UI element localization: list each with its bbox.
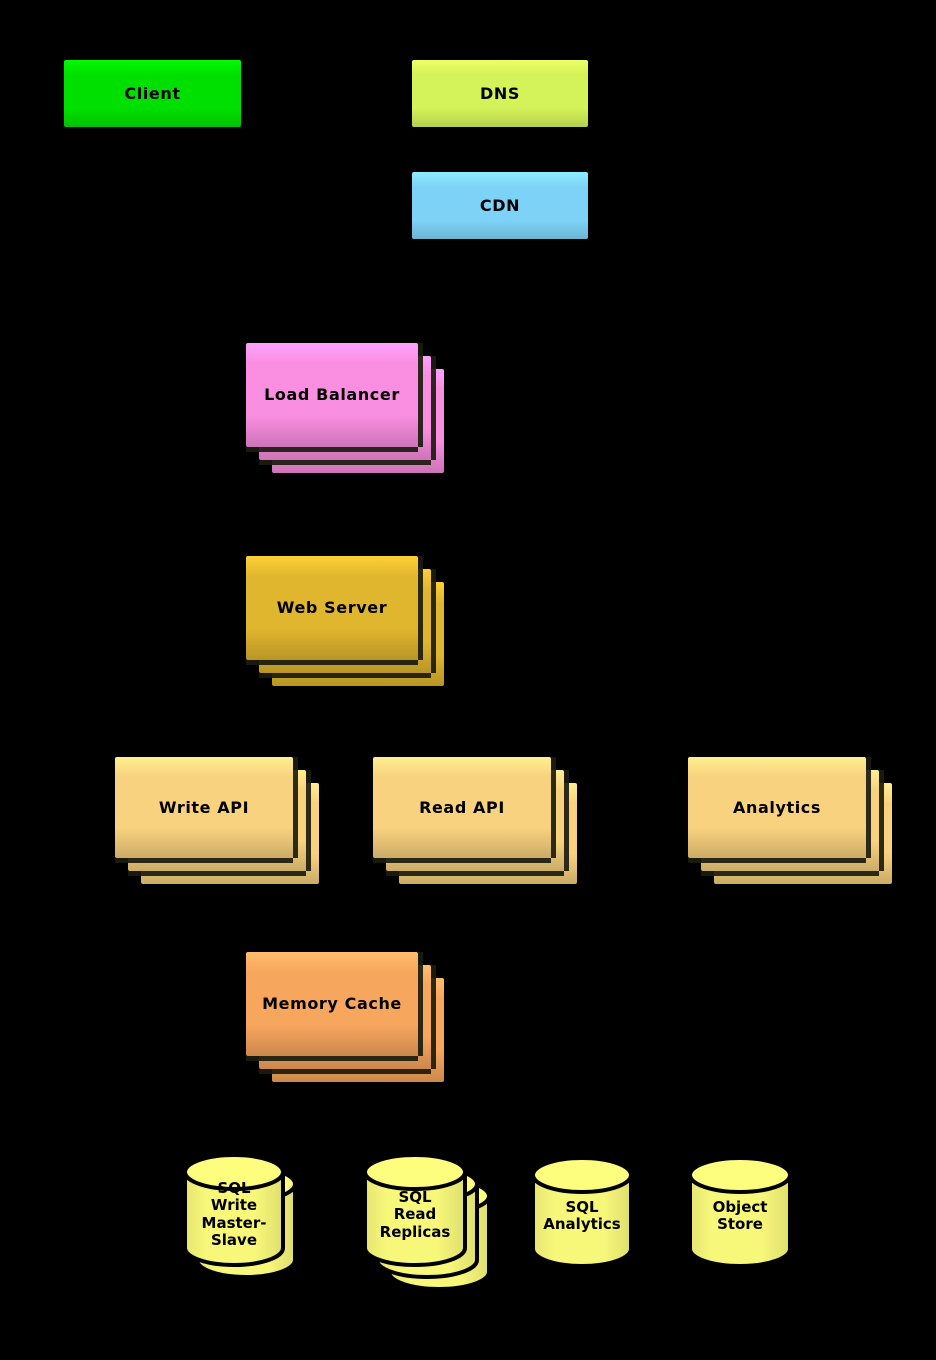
stack-edge-shadow	[418, 343, 423, 447]
stack-sheet-front: Memory Cache	[246, 952, 418, 1056]
node-dns[interactable]: DNS	[412, 60, 588, 127]
stack-edge-shadow	[386, 871, 564, 876]
stack-edge-shadow	[373, 858, 551, 863]
stack-edge-shadow	[701, 871, 879, 876]
stack-sheet-front: Read API	[373, 757, 551, 858]
node-sql-read-replicas[interactable]: SQL Read Replicas	[363, 1153, 491, 1291]
database-cylinder-icon	[531, 1156, 633, 1270]
node-client-label: Client	[124, 83, 181, 103]
stack-sheet-front: Analytics	[688, 757, 866, 858]
node-memory-cache-label: Memory Cache	[262, 994, 402, 1014]
node-client[interactable]: Client	[64, 60, 241, 127]
node-cdn-label: CDN	[479, 195, 521, 215]
stack-edge-shadow	[879, 770, 884, 871]
node-cdn[interactable]: CDN	[412, 172, 588, 239]
stack-edge-shadow	[431, 356, 436, 460]
node-web-server[interactable]: Web Server	[246, 556, 448, 690]
stack-edge-shadow	[293, 757, 298, 858]
node-write-api-label: Write API	[158, 797, 250, 817]
node-read-api-label: Read API	[419, 797, 505, 817]
stack-edge-shadow	[306, 770, 311, 871]
stack-edge-shadow	[115, 858, 293, 863]
stack-edge-shadow	[431, 569, 436, 673]
stack-edge-shadow	[128, 871, 306, 876]
stack-edge-shadow	[259, 673, 431, 678]
node-sql-write-master-slave[interactable]: SQL Write Master- Slave	[183, 1153, 297, 1279]
stack-sheet-front: Web Server	[246, 556, 418, 660]
stack-edge-shadow	[418, 952, 423, 1056]
architecture-diagram-canvas: Client DNS CDN Load Balancer Web Server …	[0, 0, 936, 1360]
stack-edge-shadow	[431, 965, 436, 1069]
stack-sheet-front: Load Balancer	[246, 343, 418, 447]
node-memory-cache[interactable]: Memory Cache	[246, 952, 448, 1086]
node-sql-analytics[interactable]: SQL Analytics	[531, 1156, 633, 1268]
stack-edge-shadow	[246, 447, 418, 452]
database-cylinder-icon	[688, 1156, 792, 1270]
node-web-server-label: Web Server	[276, 598, 388, 618]
stack-edge-shadow	[564, 770, 569, 871]
node-object-store[interactable]: Object Store	[688, 1156, 792, 1268]
database-cylinder-icon	[183, 1153, 297, 1281]
stack-edge-shadow	[259, 1069, 431, 1074]
node-analytics[interactable]: Analytics	[688, 757, 896, 888]
database-cylinder-icon	[363, 1153, 491, 1293]
stack-edge-shadow	[866, 757, 871, 858]
stack-edge-shadow	[259, 460, 431, 465]
stack-sheet-front: Write API	[115, 757, 293, 858]
stack-edge-shadow	[418, 556, 423, 660]
node-write-api[interactable]: Write API	[115, 757, 323, 888]
stack-edge-shadow	[246, 660, 418, 665]
node-load-balancer-label: Load Balancer	[264, 385, 400, 405]
node-load-balancer[interactable]: Load Balancer	[246, 343, 448, 477]
node-analytics-label: Analytics	[732, 797, 822, 817]
stack-edge-shadow	[688, 858, 866, 863]
stack-edge-shadow	[246, 1056, 418, 1061]
stack-edge-shadow	[551, 757, 556, 858]
node-dns-label: DNS	[480, 83, 520, 103]
node-read-api[interactable]: Read API	[373, 757, 581, 888]
